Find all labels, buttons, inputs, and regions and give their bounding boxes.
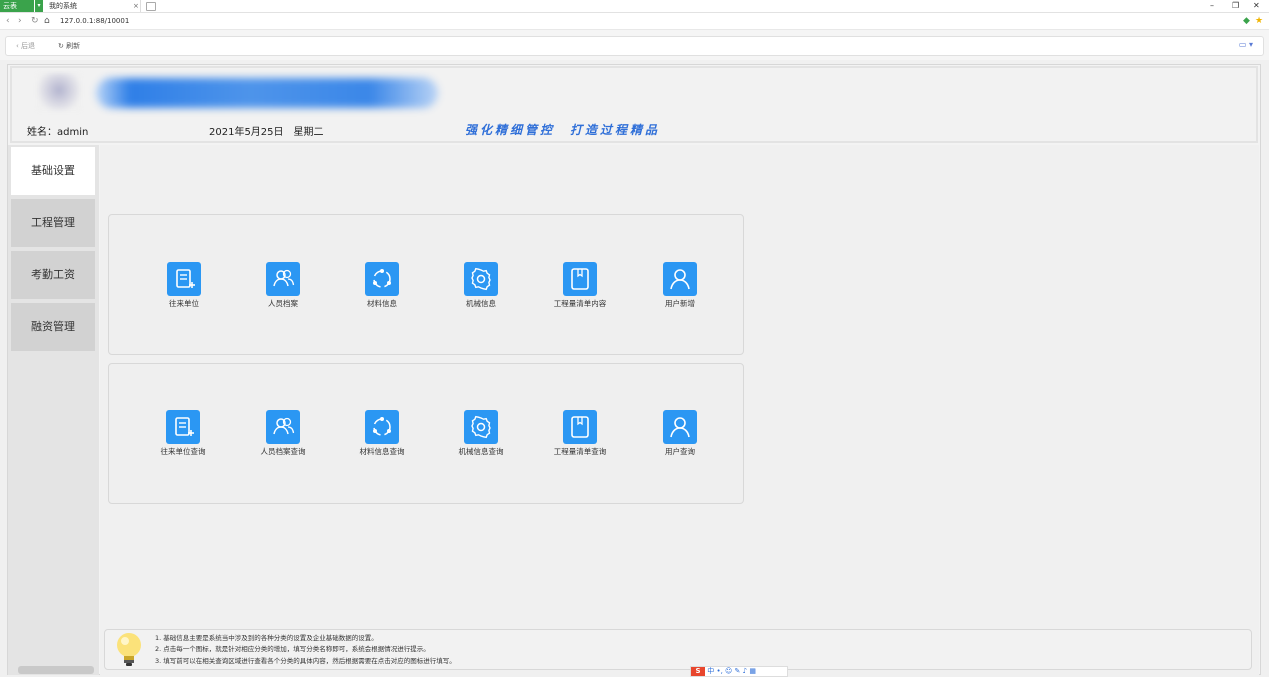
browser-tab[interactable]: 我的系统 [46,0,141,12]
lightbulb-icon [113,630,145,670]
sidebar-item-attendance-salary[interactable]: 考勤工资 [11,251,95,299]
tile-material-info[interactable]: 材料信息 [342,262,422,309]
home-icon[interactable]: ⌂ [44,15,50,27]
tile-label: 材料信息查询 [359,447,405,456]
forward-icon[interactable]: › [18,15,22,27]
sidebar-scroll-handle[interactable] [18,666,94,674]
users-icon [266,410,300,444]
system-title-banner [96,78,438,108]
tile-bill-of-quantities-query[interactable]: 工程量清单查询 [540,410,620,457]
tile-bill-of-quantities[interactable]: 工程量清单内容 [540,262,620,309]
gear-icon [464,262,498,296]
gear-icon [464,410,498,444]
browser-tab-bar: 云表 ▾ 我的系统 × – ❐ ✕ [0,0,1269,13]
ime-toolbar[interactable]: S 中 •, ☺ ✎ ♪ ▦ [690,666,788,677]
sidebar-item-basic-settings[interactable]: 基础设置 [11,147,95,195]
book-icon [563,410,597,444]
sidebar-item-finance-management[interactable]: 融资管理 [11,303,95,351]
document-add-icon [166,410,200,444]
browser-brand[interactable]: 云表 [0,0,34,12]
new-tab-icon[interactable] [146,2,156,11]
tile-label: 材料信息 [367,299,397,308]
url-input[interactable]: 127.0.0.1:88/10001 [60,15,129,27]
tile-label: 人员档案查询 [260,447,306,456]
reload-icon[interactable]: ↻ [31,15,39,27]
tile-label: 人员档案 [268,299,298,308]
refresh-button[interactable]: ↻ 刷新 [58,40,80,52]
favorite-star-icon[interactable]: ★ [1255,15,1263,27]
tip-line-3: 3. 填写前可以在相关查询区域进行查看各个分类的具体内容，然后根据需要在点击对应… [155,657,456,665]
tile-material-info-query[interactable]: 材料信息查询 [342,410,422,457]
cycle-icon [365,262,399,296]
toolbar-frame: ‹ 后退 ↻ 刷新 ▭ ▾ [5,36,1264,56]
tile-label: 用户查询 [665,447,695,456]
tile-label: 往来单位 [169,299,199,308]
refresh-button-label: 刷新 [66,42,81,50]
user-name: 姓名：admin [27,127,89,138]
book-icon [563,262,597,296]
page-menu-icon[interactable]: ▭ ▾ [1239,40,1253,49]
ime-controls: 中 •, ☺ ✎ ♪ ▦ [707,667,756,675]
tile-label: 工程量清单查询 [553,447,607,456]
tile-label: 用户新增 [665,299,695,308]
document-add-icon [167,262,201,296]
tile-machinery-info[interactable]: 机械信息 [441,262,521,309]
address-bar: ‹ › ↻ ⌂ 127.0.0.1:88/10001 ◆ ★ [0,13,1269,30]
tile-machinery-info-query[interactable]: 机械信息查询 [441,410,521,457]
tile-staff-records-query[interactable]: 人员档案查询 [243,410,323,457]
cycle-icon [365,410,399,444]
tile-partner-units[interactable]: 往来单位 [144,262,224,309]
user-icon [663,262,697,296]
tile-label: 工程量清单内容 [553,299,607,308]
close-window-icon[interactable]: ✕ [1253,0,1260,12]
minimize-icon[interactable]: – [1210,0,1214,12]
users-icon [266,262,300,296]
tile-label: 往来单位查询 [160,447,206,456]
tip-line-1: 1. 基础信息主要是系统当中涉及到的各种分类的设置及企业基础数据的设置。 [155,634,378,642]
current-date: 2021年5月25日 星期二 [209,127,324,138]
tile-add-user[interactable]: 用户新增 [640,262,720,309]
tab-close-icon[interactable]: × [133,0,139,12]
restore-icon[interactable]: ❐ [1232,0,1239,12]
refresh-icon: ↻ [58,42,64,50]
tile-partner-units-query[interactable]: 往来单位查询 [143,410,223,457]
tile-label: 机械信息 [466,299,496,308]
tile-staff-records[interactable]: 人员档案 [243,262,323,309]
back-icon[interactable]: ‹ [6,15,10,27]
user-icon [663,410,697,444]
back-button-label: 后退 [21,42,36,50]
back-button[interactable]: ‹ 后退 [16,40,35,52]
page-toolbar: ‹ 后退 ↻ 刷新 ▭ ▾ [0,30,1269,60]
tip-line-2: 2. 点击每一个图标，就是针对相应分类的增加，填写分类名称即可，系统会根据情况进… [155,645,430,653]
sidebar-item-project-management[interactable]: 工程管理 [11,199,95,247]
company-logo [37,73,81,111]
slogan: 强化精细管控 打造过程精品 [465,123,661,137]
tile-label: 机械信息查询 [458,447,504,456]
tile-user-query[interactable]: 用户查询 [640,410,720,457]
extension-icon[interactable]: ◆ [1243,15,1250,27]
brand-dropdown-icon[interactable]: ▾ [35,0,43,12]
